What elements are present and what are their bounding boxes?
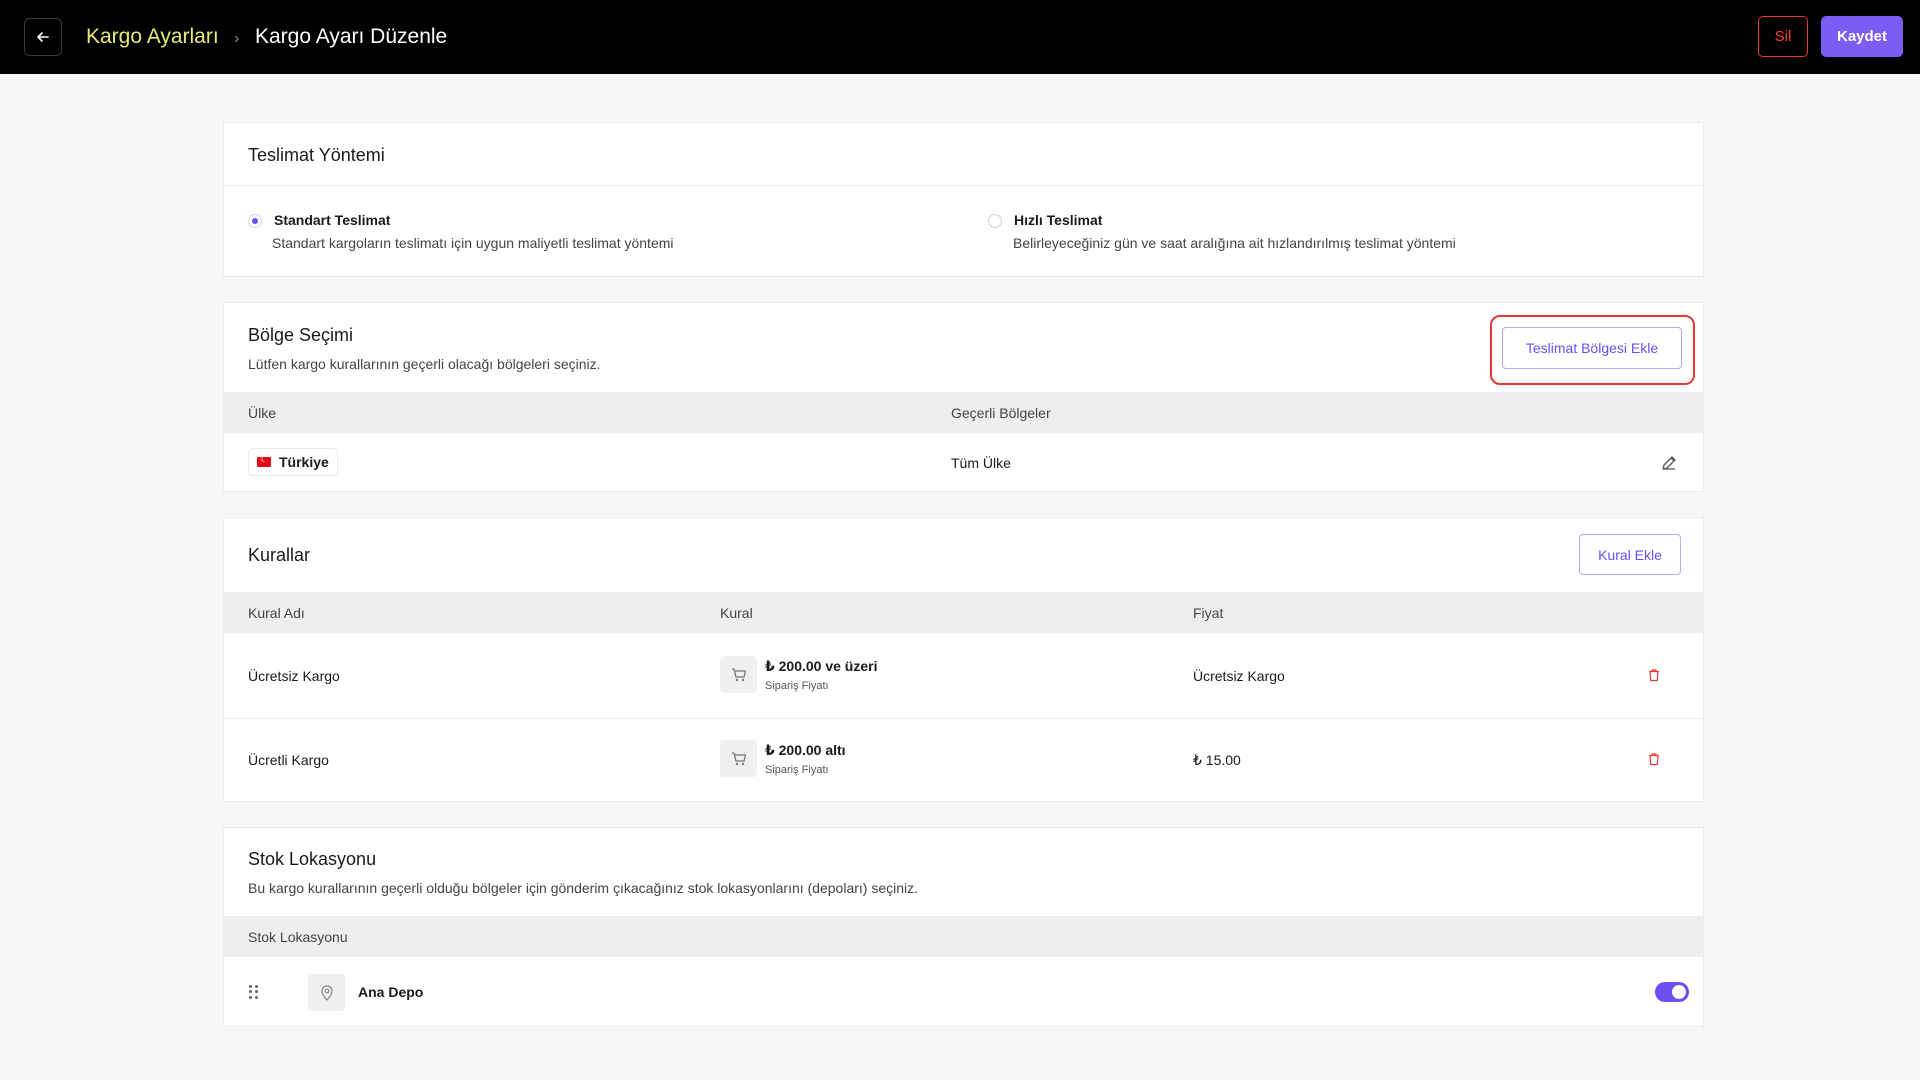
stock-subtitle: Bu kargo kurallarının geçerli olduğu böl…	[248, 880, 919, 896]
rules-table-header: Kural Adı Kural Fiyat	[224, 592, 1703, 633]
rules-title: Kurallar	[248, 545, 311, 565]
country-name: Türkiye	[279, 454, 329, 470]
row-separator	[224, 718, 1703, 719]
delete-rule-trash-icon[interactable]	[1647, 752, 1661, 766]
arrow-left-icon	[37, 32, 49, 42]
rule-name: Ücretsiz Kargo	[248, 668, 340, 684]
page-title: Kargo Ayarı Düzenle	[255, 25, 448, 48]
standard-delivery-description: Standart kargoların teslimatı için uygun…	[272, 235, 674, 251]
column-header-price: Fiyat	[1193, 605, 1224, 621]
radio-standard-delivery[interactable]	[248, 214, 262, 228]
delivery-method-card: Teslimat Yöntemi Standart Teslimat Stand…	[223, 122, 1704, 277]
stock-location-name: Ana Depo	[358, 984, 424, 1000]
stock-location-toggle[interactable]	[1655, 982, 1689, 1002]
rule-condition-sub: Sipariş Fiyatı	[765, 764, 829, 776]
stock-location-row: Ana Depo	[224, 957, 1703, 1027]
column-header-stock-location: Stok Lokasyonu	[248, 929, 348, 945]
rule-price: Ücretsiz Kargo	[1193, 668, 1285, 684]
breadcrumb-parent-link[interactable]: Kargo Ayarları	[86, 25, 219, 49]
save-button[interactable]: Kaydet	[1821, 16, 1903, 57]
shopping-cart-icon	[731, 751, 746, 765]
region-table-header: Ülke Geçerli Bölgeler	[224, 392, 1703, 433]
cart-icon-box	[720, 740, 757, 777]
region-title: Bölge Seçimi	[248, 325, 354, 345]
shopping-cart-icon	[731, 667, 746, 681]
cart-icon-box	[720, 656, 757, 693]
location-icon-box	[308, 974, 345, 1011]
stock-table-header: Stok Lokasyonu	[224, 916, 1703, 957]
rule-name: Ücretli Kargo	[248, 752, 329, 768]
rules-card: Kurallar Kural Ekle Kural Adı Kural Fiya…	[223, 517, 1704, 802]
column-header-rule-name: Kural Adı	[248, 605, 305, 621]
express-delivery-description: Belirleyeceğiniz gün ve saat aralığına a…	[1013, 235, 1456, 251]
turkey-flag-icon	[257, 454, 271, 467]
radio-express-delivery[interactable]	[988, 214, 1002, 228]
drag-handle-icon[interactable]	[249, 985, 259, 999]
rule-price: ₺ 15.00	[1193, 752, 1241, 768]
delivery-method-title: Teslimat Yöntemi	[248, 145, 385, 165]
standard-delivery-label[interactable]: Standart Teslimat	[274, 212, 390, 228]
divider	[224, 185, 1703, 186]
rule-condition: ₺ 200.00 altı	[765, 742, 846, 758]
region-selection-card: Bölge Seçimi Lütfen kargo kurallarının g…	[223, 302, 1704, 492]
map-pin-icon	[320, 984, 333, 1001]
breadcrumb-separator: ›	[234, 30, 240, 47]
rule-condition: ₺ 200.00 ve üzeri	[765, 658, 878, 674]
top-bar: Kargo Ayarları › Kargo Ayarı Düzenle Sil…	[0, 0, 1920, 74]
back-button[interactable]	[24, 18, 62, 56]
stock-location-card: Stok Lokasyonu Bu kargo kurallarının geç…	[223, 827, 1704, 1027]
country-chip: Türkiye	[248, 448, 338, 476]
edit-pencil-icon[interactable]	[1661, 455, 1677, 471]
delete-button[interactable]: Sil	[1758, 16, 1808, 57]
column-header-valid-regions: Geçerli Bölgeler	[951, 405, 1051, 421]
delete-rule-trash-icon[interactable]	[1647, 668, 1661, 682]
express-delivery-label[interactable]: Hızlı Teslimat	[1014, 212, 1102, 228]
region-subtitle: Lütfen kargo kurallarının geçerli olacağ…	[248, 356, 601, 372]
column-header-country: Ülke	[248, 405, 277, 421]
stock-title: Stok Lokasyonu	[248, 849, 377, 869]
column-header-rule: Kural	[720, 605, 753, 621]
add-delivery-region-button[interactable]: Teslimat Bölgesi Ekle	[1502, 327, 1682, 369]
rule-condition-sub: Sipariş Fiyatı	[765, 680, 829, 692]
valid-regions-value: Tüm Ülke	[951, 455, 1011, 471]
add-rule-button[interactable]: Kural Ekle	[1579, 534, 1681, 575]
